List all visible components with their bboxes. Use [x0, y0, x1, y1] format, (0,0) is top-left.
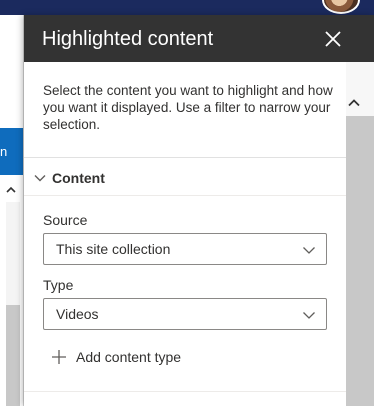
section-title: Content	[52, 170, 105, 186]
chevron-up-icon[interactable]	[6, 183, 16, 197]
chevron-down-icon	[303, 247, 315, 254]
panel-scrollbar-thumb[interactable]	[346, 116, 374, 406]
add-content-type-button[interactable]: Add content type	[51, 346, 181, 368]
divider	[24, 195, 346, 196]
source-value: This site collection	[56, 241, 171, 257]
background-scrollbar-thumb[interactable]	[6, 305, 20, 406]
scroll-up-button[interactable]	[347, 96, 361, 110]
panel-title: Highlighted content	[42, 28, 214, 50]
source-label: Source	[43, 212, 88, 228]
source-dropdown[interactable]: This site collection	[43, 233, 327, 265]
add-content-type-label: Add content type	[76, 349, 182, 365]
chevron-down-icon	[303, 312, 315, 319]
chevron-up-icon	[348, 99, 360, 107]
close-icon	[325, 31, 341, 47]
content-section-toggle[interactable]: Content	[33, 167, 105, 189]
close-button[interactable]	[323, 29, 343, 49]
plus-icon	[52, 350, 66, 364]
background-tab-label: n	[0, 144, 8, 159]
suite-bar	[0, 0, 374, 15]
background-tab[interactable]: n	[0, 128, 24, 175]
type-label: Type	[43, 277, 74, 293]
divider	[24, 157, 346, 158]
panel-description: Select the content you want to highlight…	[43, 83, 333, 132]
type-dropdown[interactable]: Videos	[43, 298, 327, 330]
chevron-down-icon	[34, 175, 46, 182]
panel-header: Highlighted content	[24, 15, 374, 62]
divider	[24, 391, 346, 392]
property-pane: Highlighted content Select the content y…	[24, 15, 374, 406]
type-value: Videos	[56, 306, 99, 322]
